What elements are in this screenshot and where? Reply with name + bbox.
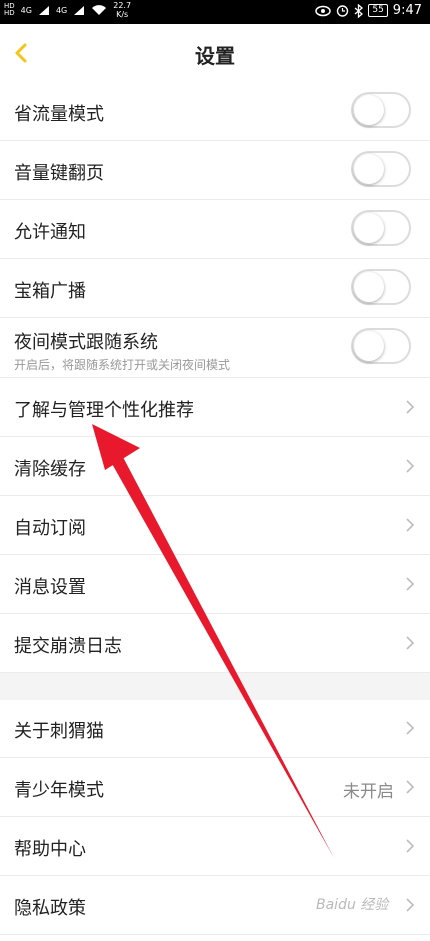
chevron-right-icon [406, 839, 415, 853]
network-speed-value: 22.7 [113, 1, 132, 10]
setting-label: 关于刺猬猫 [14, 721, 104, 742]
toggle-knob [354, 272, 384, 302]
hd-indicators: HD HD [4, 3, 15, 17]
chevron-right-icon [406, 518, 415, 532]
setting-label: 自动订阅 [14, 518, 86, 539]
setting-label: 夜间模式跟随系统 [14, 332, 158, 353]
signal-icon-2 [74, 5, 85, 15]
youth-mode-status: 未开启 [343, 782, 394, 802]
watermark: Baidu 经验 [316, 897, 389, 913]
clock: 9:47 [392, 3, 422, 18]
wifi-icon [92, 5, 107, 15]
setting-label: 隐私政策 [14, 898, 86, 919]
setting-row-crash-log[interactable]: 提交崩溃日志 [0, 614, 430, 673]
battery-indicator: 55 [368, 4, 388, 17]
setting-row-about[interactable]: 关于刺猬猫 [0, 700, 430, 758]
chevron-right-icon [406, 898, 415, 912]
setting-label: 了解与管理个性化推荐 [14, 400, 194, 421]
alarm-icon [337, 5, 349, 17]
setting-row-help-center[interactable]: 帮助中心 [0, 817, 430, 876]
setting-label: 省流量模式 [14, 104, 104, 125]
setting-description: 开启后，将跟随系统打开或关闭夜间模式 [14, 358, 231, 372]
chevron-right-icon [406, 400, 415, 414]
network-speed: 22.7 K/s [113, 1, 131, 19]
status-bar: HD HD 4G 4G 22.7 K/s 55 9:47 [0, 0, 430, 24]
setting-row-clear-cache[interactable]: 清除缓存 [0, 437, 430, 496]
setting-row-night-follow-system[interactable]: 夜间模式跟随系统 开启后，将跟随系统打开或关闭夜间模式 [0, 318, 430, 378]
signal-icon [38, 5, 49, 15]
data-saver-toggle[interactable] [351, 92, 411, 128]
chevron-right-icon [406, 459, 415, 473]
setting-label: 消息设置 [14, 577, 86, 598]
chevron-right-icon [406, 780, 415, 794]
toggle-knob [354, 154, 384, 184]
bluetooth-icon [354, 3, 364, 18]
setting-label: 青少年模式 [14, 780, 104, 801]
setting-row-volume-page-turn[interactable]: 音量键翻页 [0, 141, 430, 200]
night-follow-system-toggle[interactable] [351, 328, 411, 364]
eye-icon [315, 5, 332, 16]
setting-label: 音量键翻页 [14, 163, 104, 184]
hd-indicator-2: HD [4, 9, 15, 17]
toggle-knob [354, 331, 384, 361]
chevron-right-icon [406, 636, 415, 650]
setting-label: 清除缓存 [14, 459, 86, 480]
section-divider [0, 673, 430, 700]
setting-row-youth-mode[interactable]: 青少年模式 未开启 [0, 758, 430, 817]
volume-page-turn-toggle[interactable] [351, 151, 411, 187]
setting-row-allow-notifications[interactable]: 允许通知 [0, 200, 430, 259]
network-speed-unit: K/s [116, 10, 129, 19]
nav-bar: 设置 [0, 24, 430, 83]
setting-row-message-settings[interactable]: 消息设置 [0, 555, 430, 614]
setting-row-auto-subscribe[interactable]: 自动订阅 [0, 496, 430, 555]
allow-notifications-toggle[interactable] [351, 210, 411, 246]
setting-row-personalized-recommendation[interactable]: 了解与管理个性化推荐 [0, 378, 430, 437]
network-type-2: 4G [55, 5, 68, 15]
setting-label: 提交崩溃日志 [14, 636, 122, 657]
toggle-knob [354, 213, 384, 243]
setting-row-chest-broadcast[interactable]: 宝箱广播 [0, 259, 430, 318]
toggle-knob [354, 95, 384, 125]
setting-label: 允许通知 [14, 222, 86, 243]
page-title: 设置 [195, 44, 235, 68]
chest-broadcast-toggle[interactable] [351, 269, 411, 305]
chevron-right-icon [406, 577, 415, 591]
setting-label: 宝箱广播 [14, 281, 86, 302]
network-type-1: 4G [20, 5, 32, 15]
setting-row-data-saver[interactable]: 省流量模式 [0, 82, 430, 141]
setting-label: 帮助中心 [14, 839, 86, 860]
chevron-right-icon [406, 721, 415, 735]
